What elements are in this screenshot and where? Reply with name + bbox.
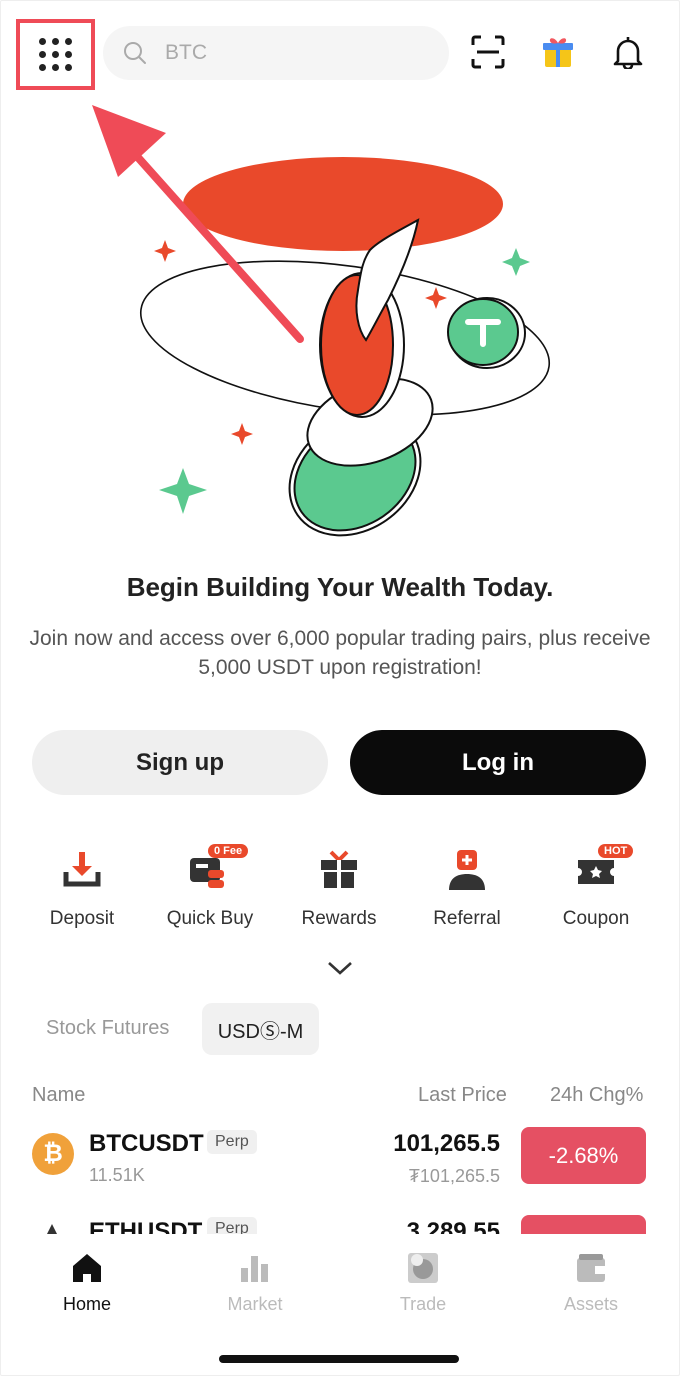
quick-action-label: Coupon (562, 908, 630, 929)
column-header-24h-change[interactable]: 24h Chg% (550, 1084, 643, 1107)
home-icon (73, 1254, 101, 1282)
quick-action-rewards[interactable]: Rewards (275, 848, 403, 930)
quick-action-coupon[interactable]: HOT Coupon (532, 844, 660, 930)
quick-action-label: Quick Buy (166, 908, 254, 929)
wallet-icon (577, 1254, 605, 1282)
change-badge[interactable]: -2.68% (521, 1127, 646, 1184)
search-input[interactable] (163, 40, 427, 66)
perp-tag: Perp (207, 1130, 257, 1154)
market-icon (241, 1256, 268, 1282)
quick-action-label: Rewards (301, 908, 377, 929)
chevron-down-icon[interactable] (326, 958, 354, 978)
sign-up-button[interactable]: Sign up (32, 730, 328, 795)
last-price: 3,289.55 (406, 1218, 500, 1234)
column-header-name: Name (32, 1084, 86, 1106)
tab-stock-futures[interactable]: Stock Futures (46, 1017, 169, 1040)
nav-label: Trade (399, 1294, 447, 1314)
coupon-icon: HOT (574, 844, 634, 892)
grid-menu-button[interactable] (16, 19, 95, 90)
tab-usds-m[interactable]: USDⓈ-M (202, 1003, 319, 1055)
change-badge[interactable] (521, 1215, 646, 1234)
log-in-button[interactable]: Log in (350, 730, 646, 795)
symbol: ETHUSDT (89, 1218, 203, 1234)
column-header-last-price[interactable]: Last Price (418, 1084, 507, 1107)
table-row[interactable]: ₿ BTCUSDT Perp 11.51K 101,265.5 ₮101,265… (0, 1120, 680, 1200)
page-headline: Begin Building Your Wealth Today. (126, 572, 554, 602)
nav-home[interactable]: Home (27, 1250, 147, 1315)
bell-icon[interactable] (610, 34, 646, 70)
scan-icon[interactable] (470, 34, 506, 70)
quick-action-label: Deposit (49, 908, 115, 929)
gift-icon[interactable] (540, 34, 576, 70)
last-price-sub: ₮101,265.5 (408, 1166, 500, 1186)
nav-label: Home (62, 1294, 111, 1314)
nav-label: Assets (563, 1294, 619, 1314)
symbol: BTCUSDT (89, 1130, 204, 1157)
quick-action-quick-buy[interactable]: 0 Fee Quick Buy (146, 844, 274, 930)
home-indicator (219, 1355, 459, 1363)
quick-action-label: Referral (433, 908, 501, 929)
search-bar[interactable] (103, 26, 449, 80)
referral-icon (445, 848, 489, 892)
quick-action-deposit[interactable]: Deposit (18, 848, 146, 930)
annotation-arrow (92, 105, 304, 343)
nav-label: Market (227, 1294, 283, 1314)
grid-menu-icon (39, 38, 72, 71)
btc-coin-icon: ₿ (32, 1133, 74, 1175)
volume: 11.51K (89, 1165, 145, 1185)
deposit-icon (60, 848, 104, 892)
table-row[interactable]: ETHUSDT Perp 3,289.55 (0, 1208, 680, 1234)
perp-tag: Perp (207, 1217, 257, 1234)
rewards-icon (317, 848, 361, 892)
quick-buy-icon: 0 Fee (188, 844, 249, 892)
nav-assets[interactable]: Assets (531, 1250, 651, 1315)
quick-action-referral[interactable]: Referral (403, 848, 531, 930)
nav-trade[interactable]: Trade (363, 1250, 483, 1315)
search-icon (124, 42, 146, 64)
hot-badge: HOT (598, 844, 634, 858)
last-price: 101,265.5 (393, 1130, 500, 1157)
page-subtext: Join now and access over 6,000 popular t… (29, 627, 651, 679)
nav-market[interactable]: Market (195, 1250, 315, 1315)
trade-icon (408, 1253, 438, 1283)
eth-coin-icon (47, 1224, 57, 1234)
zero-fee-badge: 0 Fee (208, 844, 249, 858)
